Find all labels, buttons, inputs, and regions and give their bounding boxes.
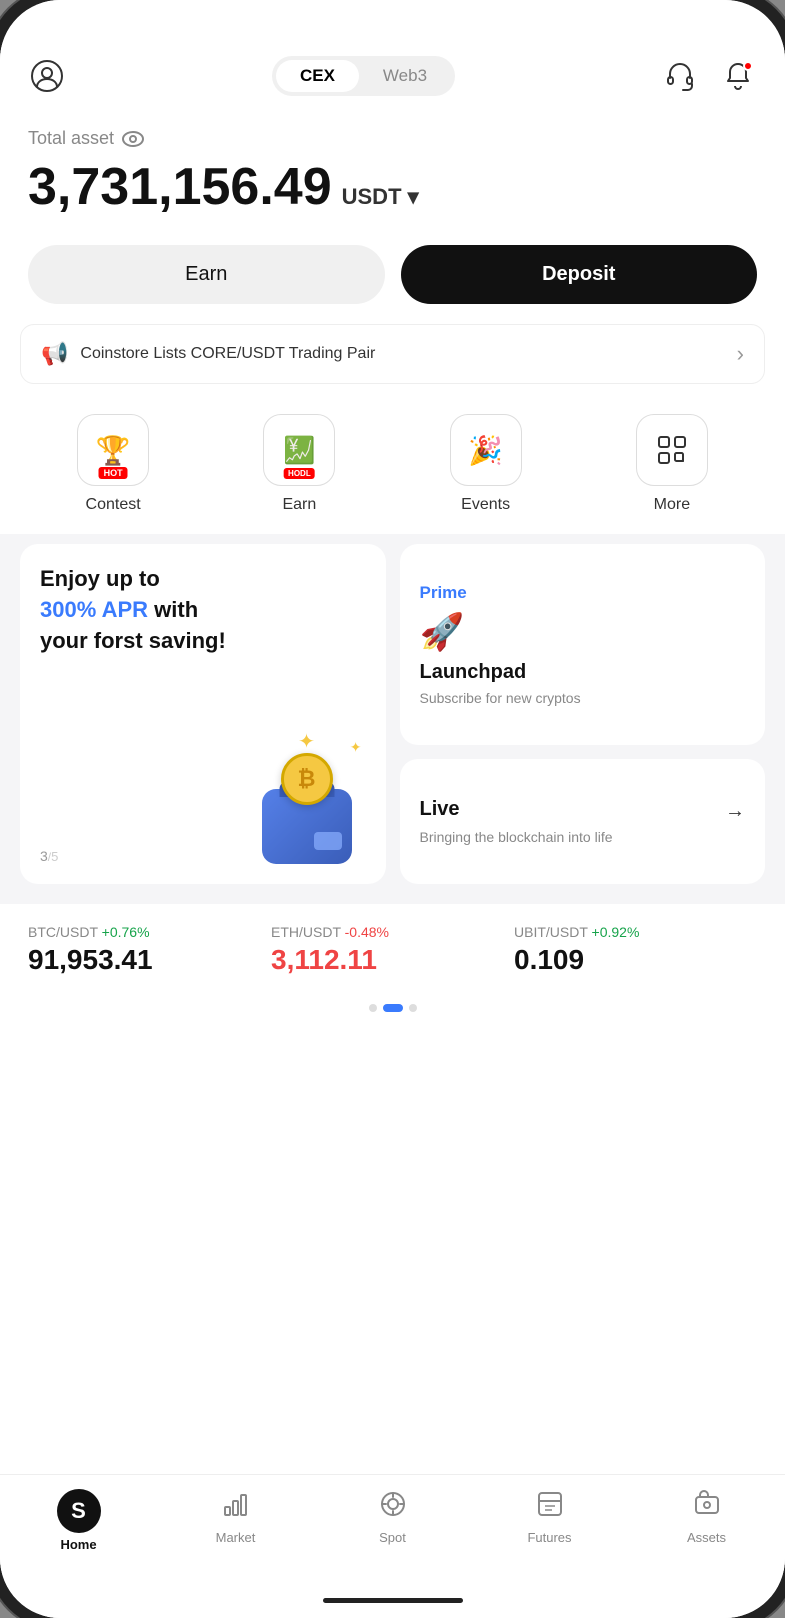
live-title: Live bbox=[420, 798, 460, 821]
spot-nav-label: Spot bbox=[379, 1530, 406, 1545]
live-arrow-icon: → bbox=[725, 800, 745, 823]
main-scroll: Total asset 3,731,156.49 USDT ▾ Earn Dep… bbox=[0, 108, 785, 1474]
announcement-icon: 📢 bbox=[41, 341, 68, 367]
rocket-icon: 🚀 bbox=[420, 611, 746, 653]
notification-badge bbox=[743, 61, 753, 71]
home-icon: S bbox=[57, 1489, 101, 1533]
futures-nav-label: Futures bbox=[527, 1530, 571, 1545]
web3-tab[interactable]: Web3 bbox=[359, 60, 451, 92]
dot-1 bbox=[369, 1004, 377, 1012]
quick-action-more[interactable]: More bbox=[636, 414, 708, 514]
more-icon bbox=[636, 414, 708, 486]
apr-text: Enjoy up to 300% APR with your forst sav… bbox=[40, 564, 366, 656]
earn-icon: 💹 HODL bbox=[263, 414, 335, 486]
home-bar-line bbox=[323, 1598, 463, 1603]
hodl-badge: HODL bbox=[284, 468, 315, 479]
market-icon bbox=[221, 1489, 251, 1526]
profile-icon[interactable] bbox=[28, 57, 66, 95]
quick-action-contest[interactable]: 🏆 HOT Contest bbox=[77, 414, 149, 514]
earn-button[interactable]: Earn bbox=[28, 245, 385, 304]
header-icons bbox=[661, 57, 757, 95]
chevron-right-icon: › bbox=[737, 341, 744, 367]
spot-icon bbox=[378, 1489, 408, 1526]
nav-assets[interactable]: Assets bbox=[667, 1489, 747, 1552]
bottom-nav: S Home Market bbox=[0, 1474, 785, 1582]
action-buttons: Earn Deposit bbox=[0, 233, 785, 324]
notification-icon[interactable] bbox=[719, 57, 757, 95]
contest-label: Contest bbox=[86, 496, 141, 514]
events-icon: 🎉 bbox=[450, 414, 522, 486]
eye-icon[interactable] bbox=[122, 131, 144, 147]
launchpad-title: Launchpad bbox=[420, 661, 746, 684]
home-indicator bbox=[0, 1582, 785, 1618]
ticker-pagination bbox=[0, 996, 785, 1016]
prime-label: Prime bbox=[420, 583, 746, 603]
ticker-item-0[interactable]: BTC/USDT +0.76%91,953.41 bbox=[28, 924, 271, 976]
cards-section: Enjoy up to 300% APR with your forst sav… bbox=[0, 534, 785, 904]
deposit-button[interactable]: Deposit bbox=[401, 245, 758, 304]
live-card[interactable]: Live → Bringing the blockchain into life bbox=[400, 759, 766, 884]
asset-amount: 3,731,156.49 USDT ▾ bbox=[28, 157, 757, 217]
total-asset-label: Total asset bbox=[28, 128, 757, 149]
home-nav-label: Home bbox=[60, 1537, 96, 1552]
live-header: Live → bbox=[420, 798, 746, 825]
assets-icon bbox=[692, 1489, 722, 1526]
nav-spot[interactable]: Spot bbox=[353, 1489, 433, 1552]
mode-switcher[interactable]: CEX Web3 bbox=[272, 56, 455, 96]
cex-tab[interactable]: CEX bbox=[276, 60, 359, 92]
live-subtitle: Bringing the blockchain into life bbox=[420, 829, 746, 845]
futures-icon bbox=[535, 1489, 565, 1526]
quick-action-events[interactable]: 🎉 Events bbox=[450, 414, 522, 514]
more-label: More bbox=[654, 496, 690, 514]
ticker-section: BTC/USDT +0.76%91,953.41ETH/USDT -0.48%3… bbox=[0, 904, 785, 996]
app-header: CEX Web3 bbox=[0, 44, 785, 108]
quick-actions: 🏆 HOT Contest 💹 HODL Earn 🎉 bbox=[0, 404, 785, 534]
market-nav-label: Market bbox=[216, 1530, 256, 1545]
launchpad-card[interactable]: Prime 🚀 Launchpad Subscribe for new cryp… bbox=[400, 544, 766, 745]
quick-action-earn[interactable]: 💹 HODL Earn bbox=[263, 414, 335, 514]
asset-section: Total asset 3,731,156.49 USDT ▾ bbox=[0, 108, 785, 233]
events-label: Events bbox=[461, 496, 510, 514]
nav-market[interactable]: Market bbox=[196, 1489, 276, 1552]
earn-label: Earn bbox=[282, 496, 316, 514]
coin-illustration: ✦ ✦ ₿ bbox=[242, 754, 372, 864]
dot-2 bbox=[383, 1004, 403, 1012]
announcement-banner[interactable]: 📢 Coinstore Lists CORE/USDT Trading Pair… bbox=[20, 324, 765, 384]
hot-badge: HOT bbox=[99, 467, 128, 479]
nav-futures[interactable]: Futures bbox=[510, 1489, 590, 1552]
nav-home[interactable]: S Home bbox=[39, 1489, 119, 1552]
ticker-item-2[interactable]: UBIT/USDT +0.92%0.109 bbox=[514, 924, 757, 976]
apr-card[interactable]: Enjoy up to 300% APR with your forst sav… bbox=[20, 544, 386, 884]
announcement-text: 📢 Coinstore Lists CORE/USDT Trading Pair bbox=[41, 341, 375, 367]
contest-icon: 🏆 HOT bbox=[77, 414, 149, 486]
dot-3 bbox=[409, 1004, 417, 1012]
launchpad-subtitle: Subscribe for new cryptos bbox=[420, 690, 746, 706]
support-icon[interactable] bbox=[661, 57, 699, 95]
ticker-item-1[interactable]: ETH/USDT -0.48%3,112.11 bbox=[271, 924, 514, 976]
assets-nav-label: Assets bbox=[687, 1530, 726, 1545]
